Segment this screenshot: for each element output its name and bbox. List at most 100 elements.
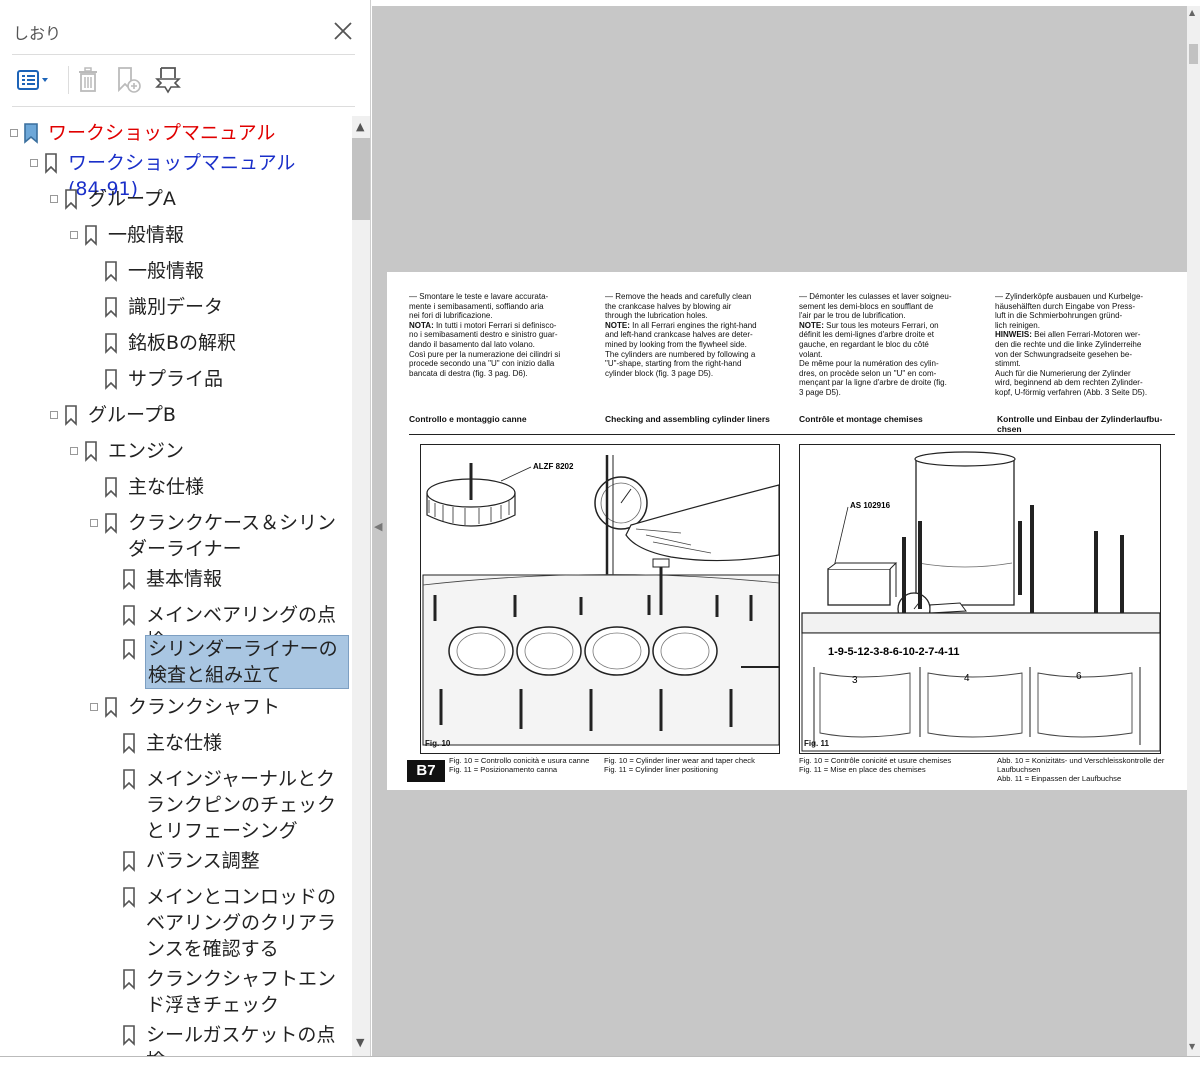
collapse-panel-icon[interactable]: ◀ <box>374 520 382 533</box>
bookmark-icon <box>105 697 117 718</box>
bookmark-icon <box>105 369 117 390</box>
text-line: procede secondo una "U" con inizio dalla <box>409 359 555 369</box>
scroll-up-icon[interactable]: ▲ <box>356 120 364 133</box>
text-line: 3 page D5). <box>799 387 841 397</box>
caption-line: Fig. 11 = Cylinder liner positioning <box>604 765 719 774</box>
figure-10: ALZF 8202 Fig. 10 <box>420 444 780 754</box>
expand-toggle-icon[interactable] <box>50 411 58 419</box>
bookmark-item[interactable]: クランクケース＆シリンダーライナー <box>90 510 342 562</box>
close-icon[interactable] <box>330 18 356 44</box>
text-line: mined by looking from the flywheel side. <box>605 339 747 349</box>
text-line: wird, beginnend ab dem rechten Zylinder- <box>995 378 1143 388</box>
text-line: Auch für die Numerierung der Zylinder <box>995 368 1131 378</box>
bookmark-icon <box>123 605 135 626</box>
add-bookmark-icon[interactable] <box>110 62 146 98</box>
tool-label: ALZF 8202 <box>533 462 574 471</box>
bookmark-item[interactable]: シリンダーライナーの検査と組み立て <box>120 635 349 689</box>
find-bookmark-icon[interactable] <box>150 62 186 98</box>
bookmark-item[interactable]: サプライ品 <box>102 366 342 392</box>
bookmark-label: シリンダーライナーの検査と組み立て <box>145 635 349 689</box>
bookmark-item[interactable]: 識別データ <box>102 294 342 320</box>
section-heading-fr: Contrôle et montage chemises <box>799 414 923 424</box>
text-line: stimmt. <box>995 359 1021 369</box>
section-rule <box>409 434 1175 435</box>
bookmark-item[interactable]: グループA <box>50 186 328 212</box>
bookmark-icon <box>45 153 57 174</box>
expand-toggle-icon[interactable] <box>70 231 78 239</box>
scroll-down-icon[interactable]: ▼ <box>1189 1042 1195 1051</box>
figure-label: Fig. 10 <box>425 739 451 748</box>
delete-bookmark-icon[interactable] <box>70 62 106 98</box>
text-line: kopf, U-förmig verfahren (Abb. 3 Seite D… <box>995 387 1148 397</box>
bookmark-item[interactable]: クランクシャフトエンド浮きチェック <box>120 966 346 1018</box>
text-line: — Remove the heads and carefully clean <box>605 292 752 301</box>
bookmark-icon <box>123 769 135 790</box>
document-page: — Smontare le teste e lavare accurata-me… <box>387 272 1187 790</box>
bookmark-label: サプライ品 <box>128 368 224 390</box>
bookmark-item[interactable]: メインとコンロッドのベアリングのクリアランスを確認する <box>120 884 346 962</box>
bookmark-item[interactable]: 一般情報 <box>102 258 342 284</box>
bookmark-icon <box>123 639 135 660</box>
text-line: bancata di destra (fig. 3 pag. D6). <box>409 368 528 378</box>
bookmark-item[interactable]: 基本情報 <box>120 566 346 592</box>
status-bar <box>0 1056 1200 1066</box>
bookmark-label: 識別データ <box>128 296 224 318</box>
bookmark-item[interactable]: クランクシャフト <box>90 694 342 720</box>
text-line: lich reinigen. <box>995 320 1040 330</box>
tightening-order: 1-9-5-12-3-8-6-10-2-7-4-11 <box>828 646 959 658</box>
bookmark-item[interactable]: バランス調整 <box>120 848 346 874</box>
pdf-viewer-app: しおり ワークショップマニュアル ワークショップマニュアル (84-91) グル… <box>0 0 1200 1066</box>
bookmark-label: 銘板Bの解釈 <box>128 332 237 354</box>
text-line: l'air par le trou de lubrification. <box>799 311 906 321</box>
cylinder-number: 4 <box>964 673 970 684</box>
bookmark-label: エンジン <box>108 440 185 462</box>
bookmark-item[interactable]: メインジャーナルとクランクピンのチェックとリフェーシング <box>120 766 346 844</box>
expand-toggle-icon[interactable] <box>90 703 98 711</box>
bookmark-icon <box>123 851 135 872</box>
bookmark-label: 基本情報 <box>146 568 223 590</box>
bookmark-scrollbar[interactable]: ▲ ▼ <box>352 116 370 1056</box>
document-bookmark-icon <box>24 123 38 144</box>
text-line: den die rechte und die linke Zylinderrei… <box>995 339 1142 349</box>
bookmark-label: メインとコンロッドのベアリングのクリアランスを確認する <box>146 886 337 960</box>
text-line: and left-hand crankcase halves are deter… <box>605 330 753 340</box>
bookmark-item[interactable]: ワークショップマニュアル <box>10 120 348 146</box>
bookmark-label: グループB <box>88 404 176 426</box>
bookmark-item[interactable]: エンジン <box>70 438 328 464</box>
text-column-en: — Remove the heads and carefully clean th… <box>605 292 783 378</box>
bookmark-item[interactable]: 主な仕様 <box>102 474 342 500</box>
text-line: through the lubrication holes. <box>605 311 708 321</box>
bookmark-item[interactable]: グループB <box>50 402 328 428</box>
bookmark-icon <box>105 297 117 318</box>
scroll-up-icon[interactable]: ▲ <box>1189 8 1195 17</box>
scroll-thumb[interactable] <box>352 138 370 220</box>
text-line: The cylinders are numbered by following … <box>605 349 756 359</box>
expand-toggle-icon[interactable] <box>50 195 58 203</box>
caption-line: Fig. 10 = Contrôle conicité et usure che… <box>799 756 952 765</box>
page-badge: B7 <box>407 760 445 782</box>
expand-toggle-icon[interactable] <box>10 129 18 137</box>
bookmark-label: 主な仕様 <box>128 476 205 498</box>
bookmark-item[interactable]: 一般情報 <box>70 222 328 248</box>
scroll-thumb[interactable] <box>1189 44 1198 64</box>
bookmark-item[interactable]: 銘板Bの解釈 <box>102 330 342 356</box>
bookmark-item[interactable]: 主な仕様 <box>120 730 346 756</box>
scroll-down-icon[interactable]: ▼ <box>356 1036 364 1049</box>
bookmark-label: 一般情報 <box>128 260 205 282</box>
expand-toggle-icon[interactable] <box>90 519 98 527</box>
bookmark-label: 主な仕様 <box>146 732 223 754</box>
options-menu-icon[interactable] <box>12 62 56 98</box>
expand-toggle-icon[interactable] <box>30 159 38 167</box>
text-line: von der Schwungradseite gesehen be- <box>995 349 1132 359</box>
text-line: — Zylinderköpfe ausbauen und Kurbelge- <box>995 292 1144 301</box>
expand-toggle-icon[interactable] <box>70 447 78 455</box>
section-heading-de: Kontrolle und Einbau der Zylinderlaufbu-… <box>997 414 1163 434</box>
text-line: mente i semibasamenti, soffiando aria <box>409 301 544 311</box>
viewer-scrollbar[interactable]: ▲ ▼ <box>1187 6 1200 1056</box>
bookmark-icon <box>85 441 97 462</box>
bookmark-item[interactable]: シールガスケットの点検 <box>120 1022 346 1056</box>
bookmark-icon <box>85 225 97 246</box>
text-line: De même pour la numération des cylin- <box>799 359 939 369</box>
caption-en: Fig. 10 = Cylinder liner wear and taper … <box>604 756 789 774</box>
bookmark-label: グループA <box>88 188 176 210</box>
